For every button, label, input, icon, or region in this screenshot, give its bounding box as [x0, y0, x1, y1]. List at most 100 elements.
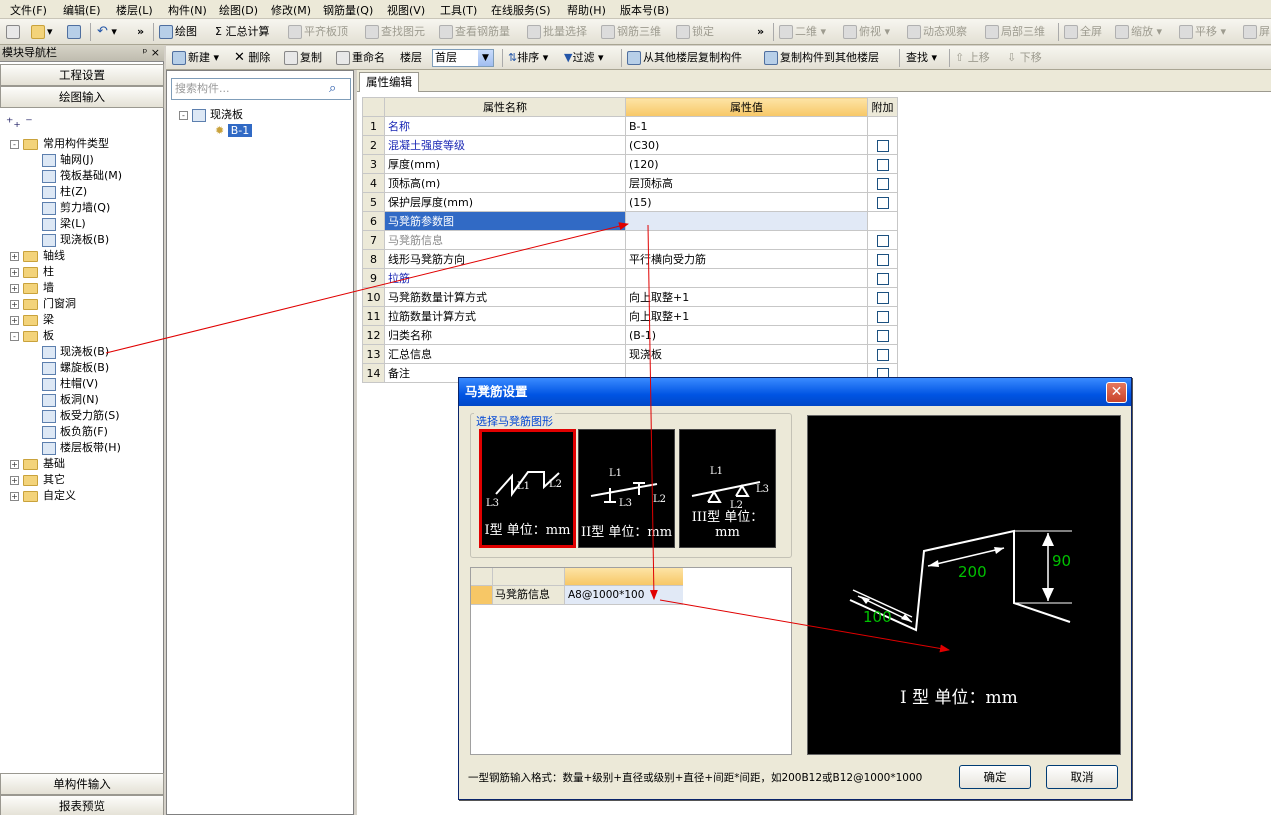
tree-item[interactable]: 现浇板(B) [42, 232, 109, 248]
extra-checkbox[interactable] [876, 329, 889, 342]
copy-button[interactable]: 复制 [284, 48, 322, 68]
project-settings-button[interactable]: 工程设置 [0, 64, 164, 86]
property-row[interactable]: 12 归类名称 (B-1) [362, 325, 898, 345]
rename-button[interactable]: 重命名 [336, 48, 385, 68]
menu-view[interactable]: 视图(V) [387, 2, 425, 18]
close-icon[interactable]: ✕ [1106, 382, 1127, 403]
menu-online[interactable]: 在线服务(S) [491, 2, 551, 18]
pin-close-icon[interactable]: ᵖ × [143, 45, 160, 61]
expand-icon[interactable]: + [10, 459, 19, 469]
property-value[interactable] [625, 211, 868, 231]
property-row[interactable]: 3 厚度(mm) (120) [362, 154, 898, 174]
menu-version[interactable]: 版本号(B) [620, 2, 669, 18]
property-value[interactable]: (15) [625, 192, 868, 212]
expand-icon[interactable]: + [10, 491, 19, 501]
shape-type-1[interactable]: L1 L2 L3 I型 单位：mm [479, 429, 576, 548]
tree-item[interactable]: 筏板基础(M) [42, 168, 122, 184]
menu-file[interactable]: 文件(F) [10, 2, 47, 18]
menu-draw[interactable]: 绘图(D) [219, 2, 258, 18]
property-row[interactable]: 6 马凳筋参数图 [362, 211, 898, 231]
batch-select-button[interactable]: 批量选择 [527, 22, 587, 42]
property-row[interactable]: 2 混凝土强度等级 (C30) [362, 135, 898, 155]
property-value[interactable]: 平行横向受力筋 [625, 249, 868, 269]
tree-folder[interactable]: + 柱 [10, 264, 54, 280]
expand-icon[interactable]: + [10, 283, 19, 293]
shape-type-2[interactable]: L1 L3 L2 II型 单位：mm [578, 429, 675, 548]
expand-collapse-icon[interactable]: ⁺₊ ⁻ [6, 115, 33, 131]
property-value[interactable]: 层顶标高 [625, 173, 868, 193]
tree-item[interactable]: 柱帽(V) [42, 376, 98, 392]
property-row[interactable]: 1 名称 B-1 [362, 116, 898, 136]
tree-folder[interactable]: + 墙 [10, 280, 54, 296]
property-row[interactable]: 7 马凳筋信息 [362, 230, 898, 250]
move-down-button[interactable]: ⇩ 下移 [1007, 48, 1042, 68]
copy-from-floor-button[interactable]: 从其他楼层复制构件 [627, 48, 742, 68]
local-3d-button[interactable]: 局部三维 [985, 22, 1045, 42]
tree-folder[interactable]: + 轴线 [10, 248, 65, 264]
property-value[interactable]: B-1 [625, 116, 868, 136]
single-component-input-button[interactable]: 单构件输入 [0, 773, 164, 795]
property-value[interactable] [625, 230, 868, 250]
list-item-b1[interactable]: ✹ B-1 [215, 123, 253, 139]
expand-icon[interactable]: + [10, 267, 19, 277]
tree-item[interactable]: 板受力筋(S) [42, 408, 120, 424]
sort-button[interactable]: ⇅排序 ▾ [508, 48, 548, 68]
tree-item[interactable]: 剪力墙(Q) [42, 200, 110, 216]
tree-folder[interactable]: -板 [10, 328, 54, 344]
property-value[interactable]: 向上取整+1 [625, 287, 868, 307]
tree-item[interactable]: 楼层板带(H) [42, 440, 121, 456]
tree-item[interactable]: 轴网(J) [42, 152, 94, 168]
extra-checkbox[interactable] [876, 158, 889, 171]
menu-rebar[interactable]: 钢筋量(Q) [323, 2, 373, 18]
open-file-icon[interactable]: ▾ [31, 22, 53, 42]
tab-property-edit[interactable]: 属性编辑 [359, 72, 419, 92]
tree-item[interactable]: 柱(Z) [42, 184, 87, 200]
extra-checkbox[interactable] [876, 139, 889, 152]
tree-item[interactable]: 现浇板(B) [42, 344, 109, 360]
tree-folder[interactable]: + 梁 [10, 312, 54, 328]
property-value[interactable]: (120) [625, 154, 868, 174]
menu-edit[interactable]: 编辑(E) [63, 2, 101, 18]
draw-button[interactable]: 绘图 [159, 22, 197, 42]
orbit-button[interactable]: 动态观察 [907, 22, 967, 42]
shape-type-3[interactable]: L1 L2 L3 III型 单位：mm [679, 429, 776, 548]
stirrup-info-value[interactable]: A8@1000*100 [565, 586, 683, 605]
tree-folder[interactable]: - 常用构件类型 [10, 136, 109, 152]
overflow-icon-2[interactable]: » [757, 22, 764, 42]
extra-checkbox[interactable] [876, 196, 889, 209]
filter-button[interactable]: ▼过滤 ▾ [564, 48, 604, 68]
extra-checkbox[interactable] [876, 291, 889, 304]
undo-icon[interactable]: ↶ ▾ [97, 22, 117, 42]
sum-calc-button[interactable]: Σ 汇总计算 [215, 22, 269, 42]
property-value[interactable] [625, 268, 868, 288]
report-preview-button[interactable]: 报表预览 [0, 795, 164, 815]
fullscreen-button[interactable]: 全屏 [1064, 22, 1102, 42]
property-value[interactable]: (B-1) [625, 325, 868, 345]
extra-checkbox[interactable] [876, 310, 889, 323]
collapse-icon[interactable]: - [10, 139, 19, 149]
extra-checkbox[interactable] [876, 234, 889, 247]
collapse-icon[interactable]: - [10, 331, 19, 341]
list-root-row[interactable]: - 现浇板 [179, 107, 243, 123]
move-up-button[interactable]: ⇧ 上移 [955, 48, 990, 68]
menu-modify[interactable]: 修改(M) [271, 2, 311, 18]
tree-item[interactable]: 板负筋(F) [42, 424, 108, 440]
screen-button[interactable]: 屏 [1243, 22, 1270, 42]
extra-checkbox[interactable] [876, 348, 889, 361]
property-row[interactable]: 8 线形马凳筋方向 平行横向受力筋 [362, 249, 898, 269]
tree-folder[interactable]: + 其它 [10, 472, 65, 488]
component-search-input[interactable]: 搜索构件... [171, 78, 351, 100]
ok-button[interactable]: 确定 [959, 765, 1031, 789]
zoom-dropdown[interactable]: 缩放 ▾ [1115, 22, 1162, 42]
extra-checkbox[interactable] [876, 177, 889, 190]
tree-item[interactable]: 梁(L) [42, 216, 86, 232]
tree-folder[interactable]: + 自定义 [10, 488, 76, 504]
save-icon[interactable] [67, 22, 83, 42]
rebar-3d-button[interactable]: 钢筋三维 [601, 22, 661, 42]
tree-folder[interactable]: + 基础 [10, 456, 65, 472]
cancel-button[interactable]: 取消 [1046, 765, 1118, 789]
pan-dropdown[interactable]: 平移 ▾ [1179, 22, 1226, 42]
property-value[interactable]: 现浇板 [625, 344, 868, 364]
extra-checkbox[interactable] [876, 253, 889, 266]
view-rebar-button[interactable]: 查看钢筋量 [439, 22, 510, 42]
